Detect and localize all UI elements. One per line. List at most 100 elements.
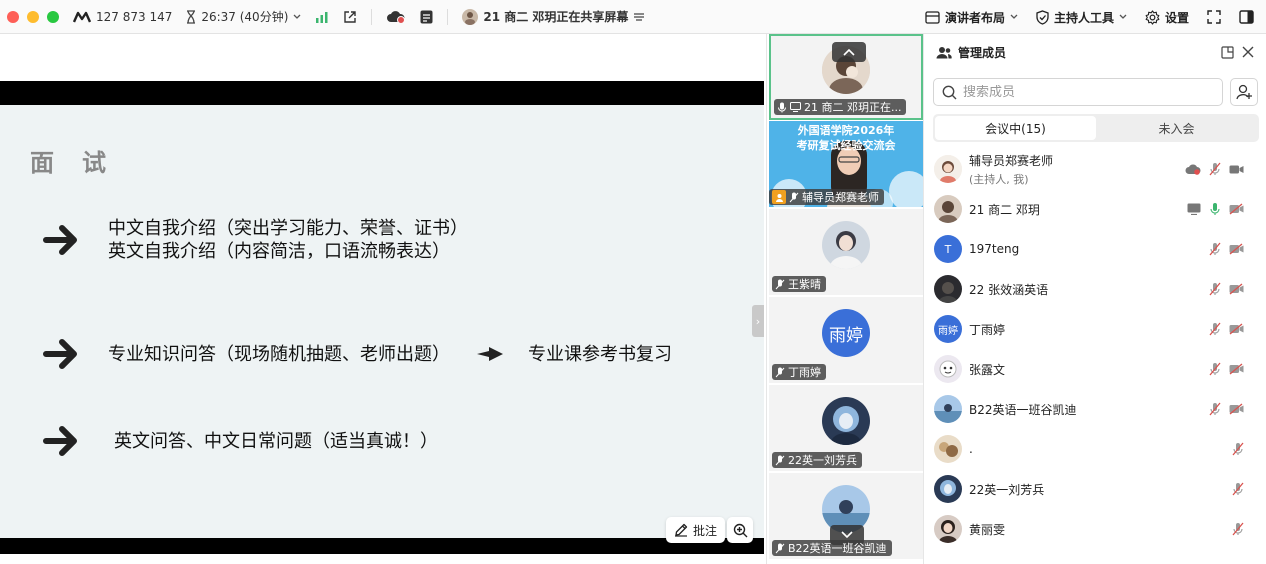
- mic-off-icon[interactable]: [1209, 162, 1221, 176]
- camera-off-icon[interactable]: [1229, 203, 1244, 215]
- popout-button[interactable]: [1221, 45, 1234, 59]
- video-tile[interactable]: B22英语一班谷凯迪: [769, 473, 923, 559]
- network-signal[interactable]: [315, 11, 329, 23]
- member-row[interactable]: 辅导员郑赛老师 (主持人, 我): [924, 149, 1266, 189]
- member-row[interactable]: 黄丽雯: [924, 509, 1266, 549]
- member-name: 张露文: [969, 362, 1006, 377]
- fullscreen-button[interactable]: [1207, 10, 1221, 24]
- zoom-window-button[interactable]: [47, 10, 59, 23]
- signal-bars-icon: [315, 11, 329, 23]
- video-tile[interactable]: 王紫晴: [769, 209, 923, 295]
- toggle-sidebar-button[interactable]: [1239, 10, 1254, 24]
- mic-off-icon[interactable]: [1232, 522, 1244, 536]
- camera-on-icon[interactable]: [1229, 164, 1244, 175]
- meeting-timer[interactable]: 26:37 (40分钟): [186, 8, 301, 25]
- cloud-record-icon: [386, 10, 406, 24]
- chevron-down-icon: [293, 14, 301, 20]
- camera-off-icon[interactable]: [1229, 283, 1244, 295]
- member-row[interactable]: 张露文: [924, 349, 1266, 389]
- top-bar: 127 873 147 26:37 (40分钟) 21 商二 邓玥正在共享屏幕 …: [0, 0, 1266, 34]
- member-name: 辅导员郑赛老师 (主持人, 我): [969, 153, 1054, 186]
- member-status-icons: [1232, 522, 1244, 536]
- sharing-status[interactable]: 21 商二 邓玥正在共享屏幕: [462, 8, 645, 25]
- member-status-icons: [1187, 202, 1244, 216]
- minutes-button[interactable]: [420, 10, 433, 24]
- mic-on-icon[interactable]: [1209, 202, 1221, 216]
- host-badge-icon: [772, 190, 786, 204]
- mic-off-icon[interactable]: [1232, 442, 1244, 456]
- member-search[interactable]: [933, 78, 1223, 106]
- video-tile[interactable]: 外国语学院2026年 考研复试经验交流会 辅导员郑赛老师: [769, 121, 923, 207]
- bullet-2-text: 专业知识问答（现场随机抽题、老师出题）: [108, 343, 450, 365]
- video-strip: 21 商二 邓玥正在... 外国语学院2026年 考研复试经验交流会 辅导员郑赛…: [766, 34, 924, 564]
- gear-icon: [1145, 9, 1160, 25]
- member-row[interactable]: 22 张效涵英语: [924, 269, 1266, 309]
- close-panel-button[interactable]: [1242, 46, 1254, 58]
- layout-button[interactable]: 演讲者布局: [925, 9, 1018, 26]
- arrow-right-icon: [42, 334, 82, 374]
- arrow-right-icon: [42, 220, 82, 260]
- panel-header: 管理成员: [924, 34, 1266, 70]
- member-row[interactable]: B22英语一班谷凯迪: [924, 389, 1266, 429]
- meeting-window: 127 873 147 26:37 (40分钟) 21 商二 邓玥正在共享屏幕 …: [0, 0, 1266, 564]
- scroll-up-button[interactable]: [832, 42, 866, 62]
- camera-off-icon[interactable]: [1229, 243, 1244, 255]
- invite-member-button[interactable]: [1230, 78, 1258, 106]
- close-icon: [1242, 46, 1254, 58]
- mic-off-icon[interactable]: [1209, 282, 1221, 296]
- member-row[interactable]: 22英一刘芳兵: [924, 469, 1266, 509]
- mic-off-icon[interactable]: [1232, 482, 1244, 496]
- annotate-button[interactable]: 批注: [666, 517, 726, 543]
- zoom-in-icon: [733, 523, 748, 538]
- collapse-strip-handle[interactable]: ›: [752, 305, 764, 337]
- tile-label: 丁雨婷: [772, 364, 826, 380]
- cloud-record-button[interactable]: [386, 10, 406, 24]
- member-avatar: [934, 515, 962, 543]
- meeting-id[interactable]: 127 873 147: [73, 10, 172, 24]
- slide-bullet-3: 英文问答、中文日常问题（适当真诚！）: [42, 421, 438, 461]
- layout-icon: [925, 10, 940, 24]
- bullet-3-text: 英文问答、中文日常问题（适当真诚！）: [114, 430, 438, 452]
- mic-off-icon[interactable]: [1209, 242, 1221, 256]
- hourglass-icon: [186, 9, 196, 24]
- slide-title: 面试: [30, 149, 134, 177]
- chevron-down-icon: [841, 531, 853, 539]
- share-link-button[interactable]: [343, 10, 357, 24]
- external-link-icon: [343, 10, 357, 24]
- member-row[interactable]: T 197teng: [924, 229, 1266, 269]
- document-icon: [420, 10, 433, 24]
- member-row[interactable]: .: [924, 429, 1266, 469]
- member-row[interactable]: 21 商二 邓玥: [924, 189, 1266, 229]
- arrow-right-small-icon: [476, 346, 504, 362]
- members-panel: 管理成员 会议中(15) 未入会: [924, 34, 1266, 564]
- tab-not-joined[interactable]: 未入会: [1096, 116, 1257, 140]
- search-icon: [942, 85, 957, 100]
- member-name: 黄丽雯: [969, 522, 1006, 537]
- bullet-1-line-1: 中文自我介绍（突出学习能力、荣誉、证书）: [108, 218, 468, 239]
- camera-off-icon[interactable]: [1229, 363, 1244, 375]
- mic-off-icon[interactable]: [1209, 322, 1221, 336]
- tab-in-meeting[interactable]: 会议中(15): [935, 116, 1096, 140]
- avatar: 雨婷: [822, 309, 870, 357]
- video-tile[interactable]: 22英一刘芳兵: [769, 385, 923, 471]
- slide-bullet-2: 专业知识问答（现场随机抽题、老师出题） 专业课参考书复习: [42, 334, 672, 374]
- letterbox-bottom: [0, 538, 764, 554]
- member-row[interactable]: 雨婷 丁雨婷: [924, 309, 1266, 349]
- settings-button[interactable]: 设置: [1145, 9, 1189, 26]
- shield-icon: [1036, 9, 1049, 25]
- member-status-icons: [1209, 402, 1244, 416]
- host-tools-button[interactable]: 主持人工具: [1036, 9, 1127, 26]
- mic-off-icon[interactable]: [1209, 362, 1221, 376]
- search-input[interactable]: [963, 84, 1203, 100]
- video-tile[interactable]: 雨婷 丁雨婷: [769, 297, 923, 383]
- close-window-button[interactable]: [7, 10, 19, 23]
- mic-off-icon[interactable]: [1209, 402, 1221, 416]
- camera-off-icon[interactable]: [1229, 323, 1244, 335]
- chevron-right-icon: ›: [755, 314, 761, 328]
- zoom-in-button[interactable]: [727, 517, 753, 543]
- camera-off-icon[interactable]: [1229, 403, 1244, 415]
- fullscreen-icon: [1207, 10, 1221, 24]
- mic-on-icon: [778, 102, 786, 112]
- minimize-window-button[interactable]: [27, 10, 39, 23]
- video-tile[interactable]: 21 商二 邓玥正在...: [769, 34, 923, 120]
